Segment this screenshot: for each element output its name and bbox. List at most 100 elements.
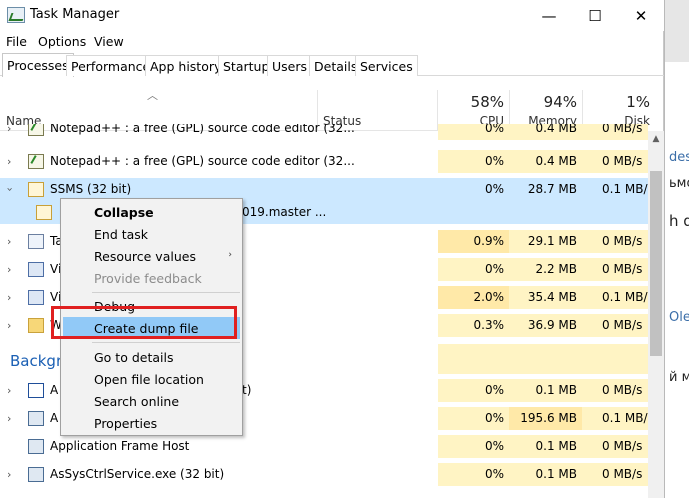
memory-value: 2.2 MB [509, 258, 582, 281]
minimize-button[interactable]: — [526, 0, 572, 31]
memory-value: 0.1 MB [509, 435, 582, 458]
disk-value: 0.1 MB/s [582, 407, 648, 430]
cpu-value: 0% [438, 435, 509, 458]
scroll-thumb[interactable] [650, 171, 662, 356]
memory-value: 0.4 MB [509, 124, 582, 140]
chevron-right-icon[interactable]: › [7, 291, 11, 304]
menu-item-properties[interactable]: Properties [63, 412, 240, 434]
process-name-suffix: t) [242, 383, 252, 397]
cpu-value: 0.9% [438, 230, 509, 253]
memory-value: 0.1 MB [509, 379, 582, 402]
background-text-fragment: ьмо [669, 176, 689, 191]
title-bar[interactable]: Task Manager — ☐ ✕ [0, 0, 664, 31]
disk-value: 0 MB/s [582, 230, 648, 253]
sort-up-icon: ︿ [147, 89, 158, 102]
background-text-fragment: desk [669, 150, 689, 165]
process-name: Notepad++ : a free (GPL) source code edi… [50, 154, 355, 168]
menu-bar: File Options View [0, 31, 664, 53]
cpu-value: 0% [438, 124, 509, 140]
cpu-value: 0% [438, 407, 509, 430]
menu-item-go-to-details[interactable]: Go to details [63, 346, 240, 368]
menu-options[interactable]: Options [38, 34, 86, 49]
tab-bar: Processes Performance App history Startu… [0, 53, 664, 77]
menu-item-open-file-location[interactable]: Open file location [63, 368, 240, 390]
cpu-value: 0% [438, 463, 509, 486]
process-name: AsSysCtrlService.exe (32 bit) [50, 467, 225, 481]
memory-value: 195.6 MB [509, 407, 582, 430]
table-row[interactable]: Application Frame Host 0% 0.1 MB 0 MB/s [0, 435, 648, 458]
menu-view[interactable]: View [94, 34, 124, 49]
folder-icon [28, 318, 44, 333]
window-title: Task Manager [30, 7, 120, 22]
menu-item-provide-feedback: Provide feedback [94, 271, 202, 286]
menu-file[interactable]: File [6, 34, 27, 49]
close-button[interactable]: ✕ [618, 0, 664, 31]
background-window: desk ьмо h d Oleo й м [664, 0, 689, 498]
disk-value: 0.1 MB/s [582, 286, 648, 309]
vm-icon [28, 262, 44, 277]
maximize-button[interactable]: ☐ [572, 0, 618, 31]
menu-item-collapse[interactable]: Collapse [63, 201, 240, 223]
memory-total-percent: 94% [543, 93, 577, 111]
menu-item-search-online[interactable]: Search online [63, 390, 240, 412]
service-icon [28, 439, 44, 454]
table-row[interactable]: › AsSysCtrlService.exe (32 bit) 0% 0.1 M… [0, 463, 648, 486]
menu-separator [92, 342, 240, 343]
process-name: A [50, 411, 59, 425]
chevron-right-icon[interactable]: › [7, 384, 11, 397]
ssms-icon [28, 182, 44, 197]
tab-services[interactable]: Services [355, 55, 418, 76]
chevron-right-icon[interactable]: › [7, 468, 11, 481]
vertical-scrollbar[interactable]: ▲ [648, 131, 664, 498]
chevron-right-icon[interactable]: › [7, 412, 11, 425]
notepad-icon [28, 124, 44, 136]
table-row[interactable]: › Notepad++ : a free (GPL) source code e… [0, 124, 648, 140]
cpu-value: 0% [438, 178, 509, 201]
cpu-value: 0% [438, 379, 509, 402]
service-icon [28, 467, 44, 482]
highlight-annotation-box [51, 306, 237, 339]
disk-value: 0 MB/s [582, 435, 648, 458]
heat-cell [582, 344, 648, 374]
cpu-value: 0.3% [438, 314, 509, 337]
chevron-right-icon[interactable]: › [7, 263, 11, 276]
tab-processes[interactable]: Processes [2, 53, 74, 77]
disk-value: 0 MB/s [582, 258, 648, 281]
background-text-fragment: й м [669, 370, 689, 385]
heat-cell [438, 344, 509, 374]
memory-value: 29.1 MB [509, 230, 582, 253]
disk-value: 0 MB/s [582, 379, 648, 402]
cpu-value: 2.0% [438, 286, 509, 309]
chevron-right-icon[interactable]: › [7, 155, 11, 168]
scroll-up-arrow-icon[interactable]: ▲ [648, 131, 664, 147]
process-name: SSMS (32 bit) [50, 182, 132, 196]
task-manager-icon [7, 7, 25, 23]
tab-performance[interactable]: Performance [66, 55, 156, 76]
memory-value: 28.7 MB [509, 178, 582, 201]
tab-app-history[interactable]: App history [145, 55, 227, 76]
chevron-down-icon[interactable]: › [4, 187, 17, 191]
chevron-right-icon[interactable]: › [7, 124, 11, 135]
chevron-right-icon: › [228, 250, 232, 260]
cpu-value: 0% [438, 258, 509, 281]
memory-value: 35.4 MB [509, 286, 582, 309]
tab-users[interactable]: Users [267, 55, 313, 76]
disk-value: 0 MB/s [582, 314, 648, 337]
process-name: Application Frame Host [50, 439, 190, 453]
menu-item-end-task[interactable]: End task [63, 223, 240, 245]
vm-icon [28, 290, 44, 305]
column-header: ︿ Name Status 58% CPU 94% Memory 1% Disk [0, 76, 650, 131]
ssms-icon [36, 205, 52, 220]
table-row[interactable]: › Notepad++ : a free (GPL) source code e… [0, 150, 648, 173]
notepad-icon [28, 154, 44, 169]
chevron-right-icon[interactable]: › [7, 235, 11, 248]
disk-value: 0 MB/s [582, 124, 648, 140]
tab-startup[interactable]: Startup [218, 55, 275, 76]
cpu-total-percent: 58% [470, 93, 504, 111]
disk-value: 0 MB/s [582, 150, 648, 173]
process-name: Notepad++ : a free (GPL) source code edi… [50, 124, 355, 135]
disk-total-percent: 1% [626, 93, 650, 111]
background-window-toolbar [665, 0, 689, 62]
chevron-right-icon[interactable]: › [7, 319, 11, 332]
menu-item-resource-values[interactable]: Resource values › [63, 245, 240, 267]
